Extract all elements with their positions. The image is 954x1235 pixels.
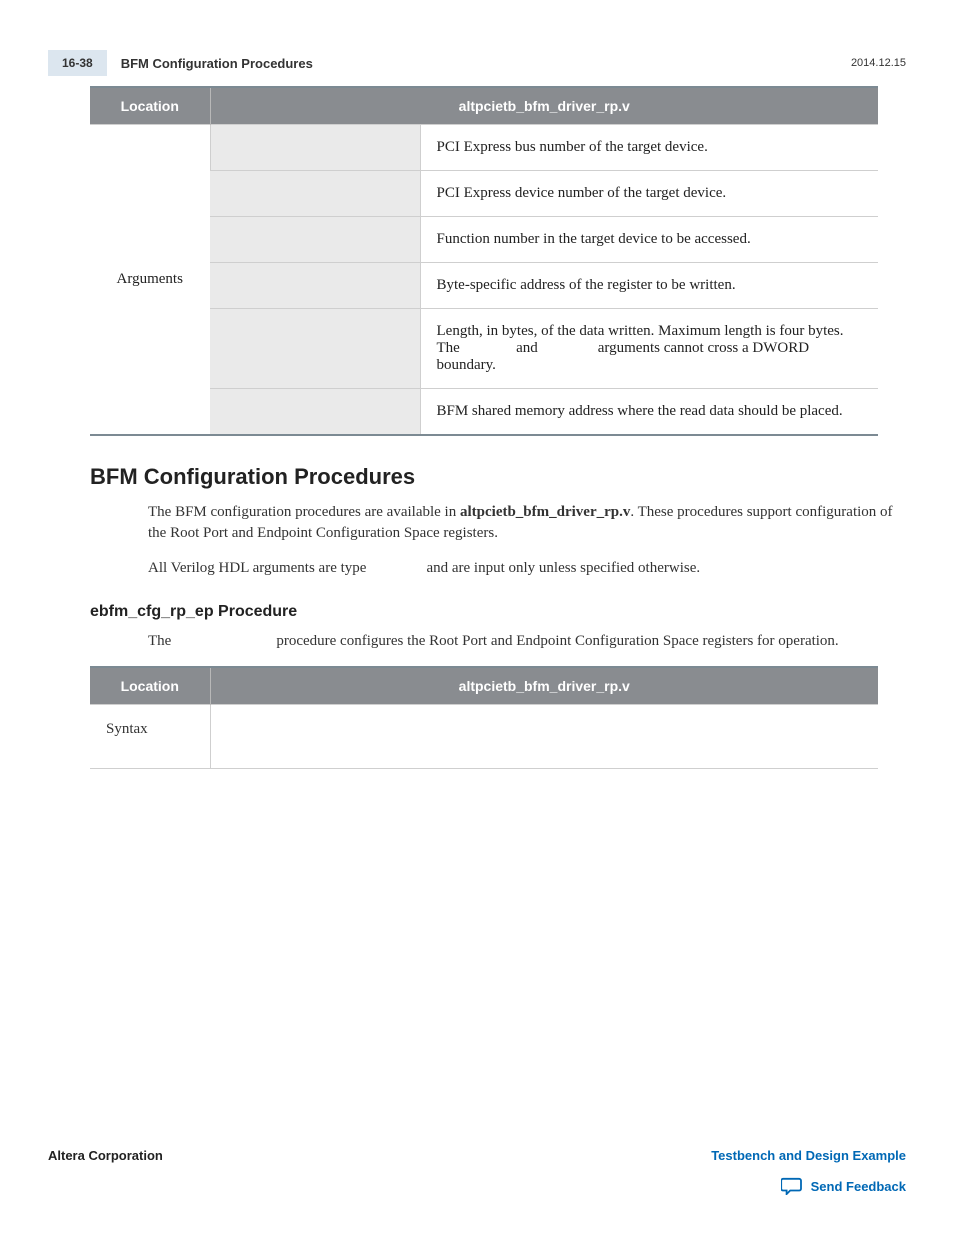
header-date: 2014.12.15 — [851, 57, 906, 69]
send-feedback-link[interactable]: Send Feedback — [48, 1177, 906, 1195]
arguments-table: Location altpcietb_bfm_driver_rp.v Argum… — [90, 86, 878, 436]
syntax-value-cell — [210, 705, 878, 769]
arg-desc-cell: PCI Express bus number of the target dev… — [420, 125, 878, 171]
arg-desc-cell: PCI Express device number of the target … — [420, 171, 878, 217]
table-header-location: Location — [90, 667, 210, 705]
table-row: Arguments PCI Express bus number of the … — [90, 125, 878, 171]
arg-desc-cell: Function number in the target device to … — [420, 217, 878, 263]
arguments-label: Arguments — [90, 125, 210, 436]
arg-desc-cell: Length, in bytes, of the data written. M… — [420, 309, 878, 389]
arg-name-cell — [210, 217, 420, 263]
speech-bubble-icon — [781, 1177, 803, 1195]
section-heading: BFM Configuration Procedures — [90, 464, 906, 490]
subsection-heading: ebfm_cfg_rp_ep Procedure — [90, 603, 906, 621]
syntax-table: Location altpcietb_bfm_driver_rp.v Synta… — [90, 666, 878, 769]
para-text: The — [148, 633, 175, 649]
page-footer: Altera Corporation Testbench and Design … — [48, 1148, 906, 1195]
footer-top-row: Altera Corporation Testbench and Design … — [48, 1148, 906, 1163]
table-header-file: altpcietb_bfm_driver_rp.v — [210, 87, 878, 125]
subsection-paragraph: The procedure configures the Root Port a… — [148, 631, 906, 652]
arg-name-cell — [210, 309, 420, 389]
section-paragraph: All Verilog HDL arguments are type and a… — [148, 558, 906, 579]
para-text: All Verilog HDL arguments are type — [148, 560, 370, 576]
desc-text: arguments cannot cross a DWORD boundary. — [437, 340, 810, 373]
table-header-file: altpcietb_bfm_driver_rp.v — [210, 667, 878, 705]
page-header: 16-38 BFM Configuration Procedures 2014.… — [48, 50, 906, 76]
arg-name-cell — [210, 263, 420, 309]
header-title: BFM Configuration Procedures — [121, 56, 313, 71]
syntax-label: Syntax — [90, 705, 210, 769]
footer-chapter-link[interactable]: Testbench and Design Example — [711, 1148, 906, 1163]
feedback-label: Send Feedback — [811, 1179, 906, 1194]
para-text: procedure configures the Root Port and E… — [273, 633, 839, 649]
arg-desc-cell: BFM shared memory address where the read… — [420, 389, 878, 436]
footer-corporation: Altera Corporation — [48, 1148, 163, 1163]
para-text: The BFM configuration procedures are ava… — [148, 504, 460, 520]
arg-name-cell — [210, 125, 420, 171]
arg-name-cell — [210, 171, 420, 217]
filename-bold: altpcietb_bfm_driver_rp.v — [460, 504, 630, 520]
arg-name-cell — [210, 389, 420, 436]
arg-desc-cell: Byte-specific address of the register to… — [420, 263, 878, 309]
table-header-location: Location — [90, 87, 210, 125]
para-text: and are input only unless specified othe… — [423, 560, 700, 576]
section-paragraph: The BFM configuration procedures are ava… — [148, 502, 906, 544]
header-left: 16-38 BFM Configuration Procedures — [48, 50, 313, 76]
page-number: 16-38 — [48, 50, 107, 76]
table-row: Syntax — [90, 705, 878, 769]
desc-text: and — [512, 340, 541, 356]
